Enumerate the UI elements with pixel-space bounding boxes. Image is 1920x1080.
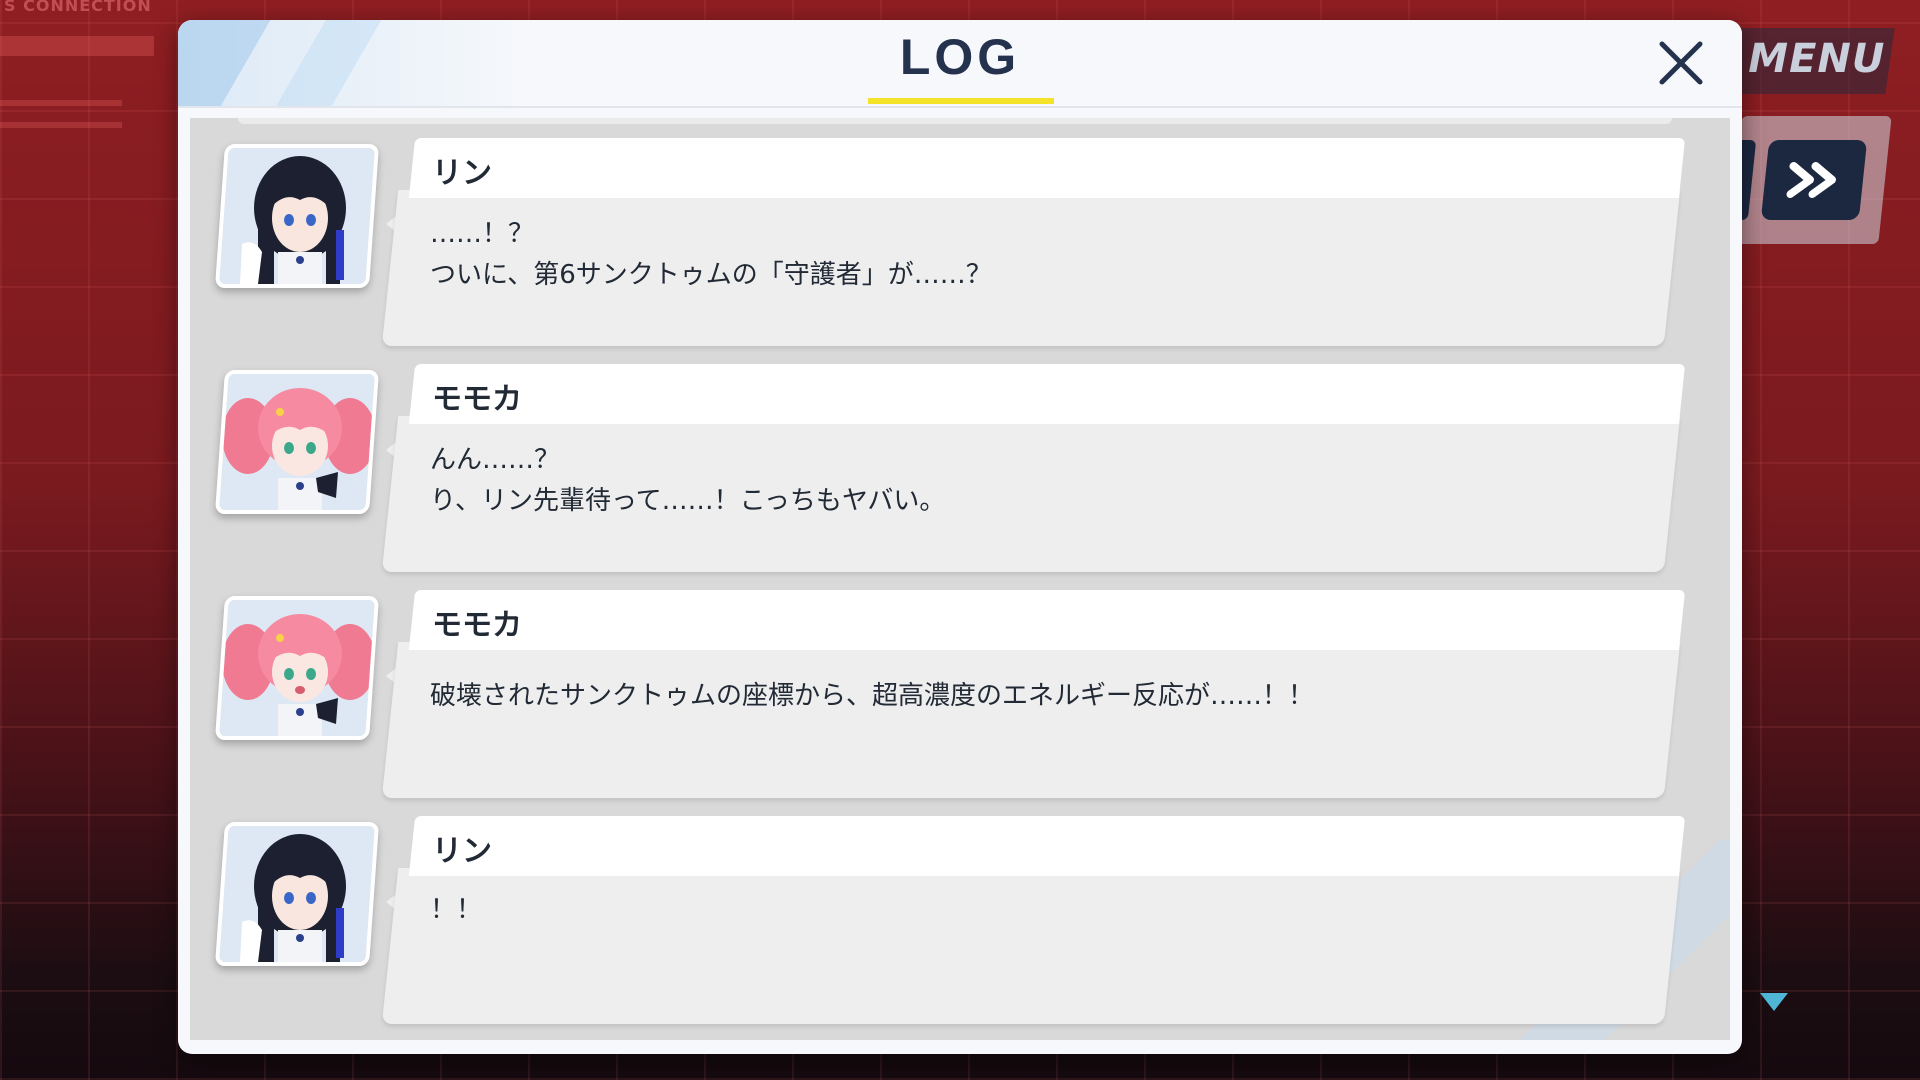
rin-portrait-icon [218,826,378,962]
avatar-rin [214,144,380,288]
hud-bar [0,36,154,56]
dialogue-bubble: モモカ 破壊されたサンクトゥムの座標から、超高濃度のエネルギー反応が……！！ [381,590,1686,798]
dialogue-line: 破壊されたサンクトゥムの座標から、超高濃度のエネルギー反応が……！！ [430,681,1315,711]
dialogue-line: り、リン先輩待って……！こっちもヤバい。 [430,486,946,516]
menu-label: MENU [1748,36,1886,82]
scroll-down-icon[interactable] [1760,993,1788,1011]
momoka-portrait-icon [218,600,378,736]
hud-decoration: S CONNECTION [0,0,160,140]
dialog-title: LOG [899,29,1021,85]
dialogue-text: 破壊されたサンクトゥムの座標から、超高濃度のエネルギー反応が……！！ [430,676,1314,717]
log-entry: モモカ んん……？ り、リン先輩待って……！こっちもヤバい。 [190,364,1730,576]
dialogue-bubble: リン ……！？ ついに、第6サンクトゥムの「守護者」が……？ [381,138,1686,346]
avatar-momoka [214,596,380,740]
speaker-name: モモカ [432,382,522,417]
close-button[interactable] [1650,32,1712,94]
bubble-name-bar [408,816,1686,876]
dialogue-bubble: リン ！！ [381,816,1686,1024]
momoka-portrait-icon [218,374,378,510]
hud-bar [0,122,122,128]
bubble-name-bar [408,590,1686,650]
bubble-name-bar [408,138,1686,198]
fast-forward-icon [1786,162,1837,198]
previous-entry-edge [238,118,1672,124]
dialogue-line: ついに、第6サンクトゥムの「守護者」が……？ [430,260,992,290]
bubble-name-bar [408,364,1686,424]
avatar-rin [214,822,380,966]
bubble-body [381,642,1681,798]
log-dialog: LOG リン ……！？ ついに、第6サンクトゥムの「守護者」が……？ モモカ ん… [178,20,1742,1054]
speaker-name: リン [432,834,492,869]
title-underline [868,98,1054,104]
rin-portrait-icon [218,148,378,284]
menu-button[interactable]: MENU [1725,28,1895,94]
dialog-header: LOG [178,20,1742,108]
dialogue-line: ！！ [430,895,483,925]
speaker-name: リン [432,156,492,191]
dialogue-text: んん……？ り、リン先輩待って……！こっちもヤバい。 [430,440,945,522]
dialogue-text: ……！？ ついに、第6サンクトゥムの「守護者」が……？ [430,214,992,296]
dialogue-line: ……！？ [430,219,535,249]
avatar-momoka [214,370,380,514]
bubble-body [381,868,1681,1024]
dialogue-bubble: モモカ んん……？ り、リン先輩待って……！こっちもヤバい。 [381,364,1686,572]
log-entry: リン ……！？ ついに、第6サンクトゥムの「守護者」が……？ [190,138,1730,350]
skip-button[interactable] [1760,140,1868,220]
hud-bar [0,100,122,106]
close-icon [1659,41,1703,85]
log-entry: リン ！！ [190,816,1730,1028]
speaker-name: モモカ [432,608,522,643]
hud-label: S CONNECTION [4,0,152,15]
dialogue-text: ！！ [430,890,482,931]
dialogue-line: んん……？ [430,445,561,475]
log-list[interactable]: リン ……！？ ついに、第6サンクトゥムの「守護者」が……？ モモカ んん……？… [190,118,1730,1040]
log-entry: モモカ 破壊されたサンクトゥムの座標から、超高濃度のエネルギー反応が……！！ [190,590,1730,802]
